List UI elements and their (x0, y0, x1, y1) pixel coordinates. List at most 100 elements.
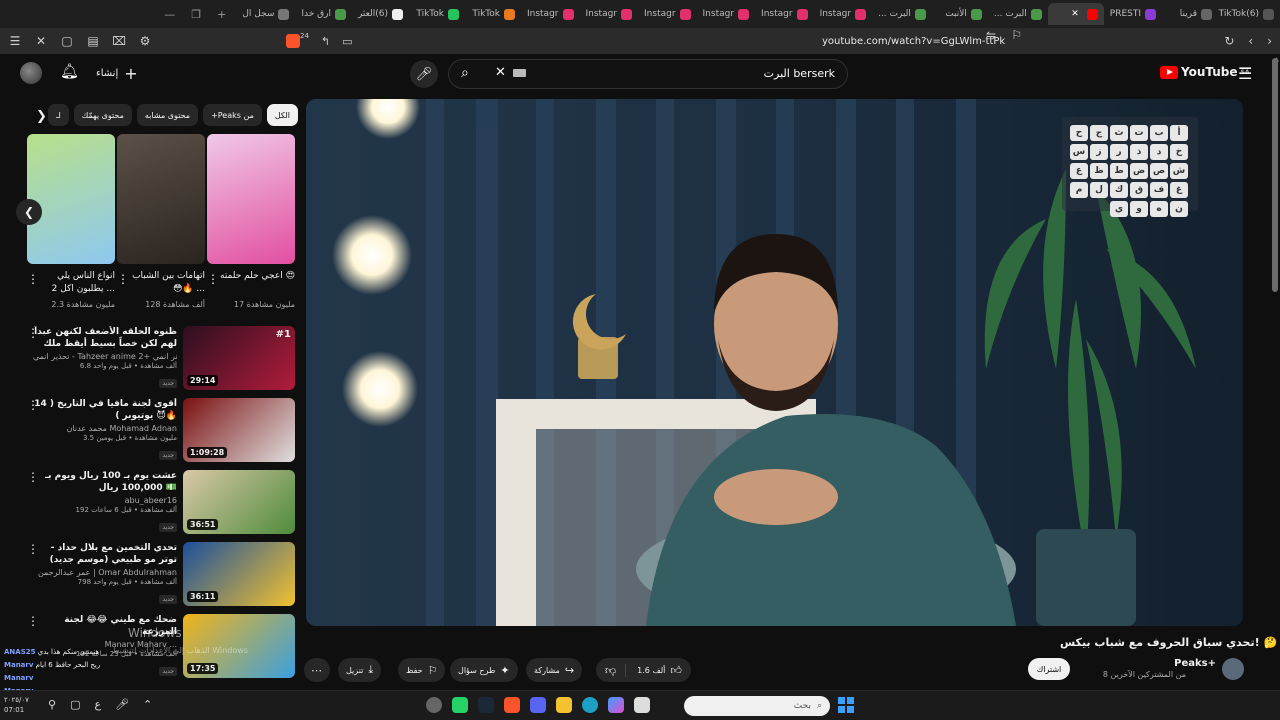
edge-app-icon[interactable] (582, 697, 598, 713)
short-thumbnail[interactable] (117, 134, 205, 264)
more-vert-icon[interactable]: ⋮ (27, 272, 39, 286)
browser-tab[interactable]: TikTok (409, 3, 465, 25)
video-title[interactable]: ظنوه الحلقه الأضعف لكنهن عبداً لهم لكن خ… (33, 326, 177, 350)
channel-name[interactable]: abu_abeer16 (33, 496, 177, 505)
more-vert-icon[interactable]: ⋮ (27, 398, 39, 412)
browser-tab[interactable]: Instagr (521, 3, 580, 25)
more-vert-icon[interactable]: ⋮ (27, 470, 39, 484)
short-thumbnail[interactable] (27, 134, 115, 264)
video-title[interactable]: أقوى لجنة مافيا في التاريخ ( 14 يوتيوبر … (33, 398, 177, 422)
video-thumbnail[interactable]: 1:09:28 (183, 398, 295, 462)
extensions-icon[interactable]: ⚙ (138, 34, 152, 48)
video-player[interactable]: أبتثجح خدذرزس شصضطظع غفقكلم نهوي (306, 99, 1243, 626)
chevron-right-icon[interactable]: ❯ (36, 109, 47, 124)
keyboard-icon[interactable] (513, 69, 526, 77)
task-view-icon[interactable] (634, 697, 650, 713)
browser-tab[interactable]: البرت ... (988, 3, 1048, 25)
guide-menu-icon[interactable]: ☰ (1238, 64, 1252, 83)
youtube-logo[interactable]: YouTube SA (1160, 65, 1249, 79)
create-button[interactable]: إنشاء + (96, 64, 138, 83)
short-card[interactable]: اتهامات بين الشباب 😳🔥 ... 128 ألف مشاهدة ⋮ (117, 134, 205, 309)
video-thumbnail[interactable]: 36:51 (183, 470, 295, 534)
voice-search-icon[interactable]: 🎤︎ (410, 60, 438, 88)
minimize-icon[interactable]: — (164, 8, 175, 21)
related-video-item[interactable]: #1 29:14 ظنوه الحلقه الأضعف لكنهن عبداً له… (27, 326, 295, 392)
browser-tab[interactable]: قرينا (1162, 3, 1218, 25)
filter-chip[interactable]: الكل (266, 104, 298, 126)
display-icon[interactable]: ▢ (70, 698, 80, 711)
browser-tab[interactable]: PRESTI (1104, 3, 1162, 25)
address-bar[interactable]: youtube.com/watch?v=GgLWlm-ttPk (822, 36, 1005, 47)
browser-tab[interactable]: البرت ... (872, 3, 932, 25)
mic-tray-icon[interactable]: 🎤︎ (115, 698, 129, 711)
language-indicator[interactable]: ع (94, 698, 101, 711)
back-icon[interactable]: ‹ (1248, 34, 1253, 48)
forward-icon[interactable]: › (1267, 34, 1272, 48)
windows-start-icon[interactable] (838, 697, 854, 713)
like-icon[interactable]: 👍︎ (670, 664, 691, 677)
brave-shields-icon[interactable] (286, 34, 300, 48)
bookmark-icon[interactable]: ⚐ (1011, 28, 1022, 42)
channel-name[interactable]: تحذير انمي - Tahzeer anime وخيانر انمي +… (33, 352, 177, 361)
save-button[interactable]: حفظ ⚐ (398, 658, 446, 682)
discord-app-icon[interactable] (530, 697, 546, 713)
subscribe-button[interactable]: اشتراك (1028, 658, 1070, 680)
clock-time[interactable]: 07:01 (4, 706, 24, 714)
reader-icon[interactable]: ▤ (86, 34, 100, 48)
panel-icon[interactable]: ▢ (60, 34, 74, 48)
settings-app-icon[interactable] (426, 697, 442, 713)
clear-search-icon[interactable]: ✕ (495, 65, 506, 80)
download-button[interactable]: تنزيل ⤓ (338, 658, 382, 682)
sidebar-toggle-icon[interactable]: ☰ (8, 34, 22, 48)
browser-tab[interactable]: (6)العثر (352, 3, 409, 25)
filter-chip[interactable]: لـ (48, 104, 69, 126)
more-vert-icon[interactable]: ⋮ (27, 326, 39, 340)
x-icon[interactable]: ✕ (34, 34, 48, 48)
tray-chevron-icon[interactable]: ⌃ (143, 698, 152, 711)
browser-tab[interactable]: Instagr (814, 3, 873, 25)
more-vert-icon[interactable]: ⋮ (27, 542, 39, 556)
chevron-left-icon[interactable]: ❮ (16, 199, 42, 225)
more-vert-icon[interactable]: ⋮ (27, 614, 39, 628)
screenshot-icon[interactable]: ⌧ (112, 34, 126, 48)
site-settings-icon[interactable]: ⇋ (986, 28, 996, 42)
share-button[interactable]: مشاركة ↪ (526, 658, 583, 682)
video-title[interactable]: تحدي التخمين مع بلال حداد - توتر مو طبيع… (33, 542, 177, 566)
channel-name[interactable]: محمد عدنان Mohamad Adnan (33, 424, 177, 433)
maximize-icon[interactable]: ❐ (191, 8, 201, 21)
file-explorer-icon[interactable] (556, 697, 572, 713)
channel-name[interactable]: Peaks+ (1174, 658, 1216, 669)
steam-app-icon[interactable] (478, 697, 494, 713)
filter-chip[interactable]: محتوى يهمّك (73, 104, 132, 126)
share-icon[interactable]: ↰ (321, 35, 330, 48)
browser-tab[interactable]: Instagr (697, 3, 756, 25)
more-actions-button[interactable]: ⋯ (304, 658, 330, 682)
browser-tab[interactable]: ✕ (1047, 3, 1104, 25)
ask-button[interactable]: طرح سؤال ✦ (450, 658, 518, 682)
whatsapp-app-icon[interactable] (452, 697, 468, 713)
new-tab-icon[interactable]: + (217, 8, 226, 21)
wifi-icon[interactable]: ⚲ (48, 698, 56, 711)
page-scrollbar[interactable] (1272, 58, 1278, 292)
filter-chip[interactable]: محتوى مشابه (136, 104, 199, 126)
search-icon[interactable]: ⌕ (461, 65, 469, 81)
dislike-icon[interactable]: 👎︎ (596, 663, 627, 677)
filter-chip[interactable]: من Peaks+ (203, 104, 262, 126)
browser-tab[interactable]: الأنبت (932, 3, 988, 25)
reload-icon[interactable]: ↻ (1224, 34, 1234, 48)
more-vert-icon[interactable]: ⋮ (117, 272, 129, 286)
taskbar-search[interactable]: بحث ⌕ (684, 696, 830, 716)
copilot-app-icon[interactable] (608, 697, 624, 713)
related-video-item[interactable]: 36:51 عشت يوم بـ 100 ريال ويوم بـ 100,000… (27, 470, 295, 536)
channel-avatar[interactable] (1222, 658, 1244, 680)
brave-app-icon[interactable] (504, 697, 520, 713)
short-card[interactable]: اعجي حلم حلمته 😍 17 مليون مشاهدة ⋮ (207, 134, 295, 309)
video-thumbnail[interactable]: #1 29:14 (183, 326, 295, 390)
browser-tab[interactable]: سجل ال (236, 3, 295, 25)
notifications-bell-icon[interactable]: 🔔︎ (60, 62, 79, 80)
browser-tab[interactable]: Instagr (755, 3, 814, 25)
short-card[interactable]: انواع الناس يلي يطلبون اكل 2 ... 2.3 مليو… (27, 134, 115, 309)
video-title[interactable]: عشت يوم بـ 100 ريال ويوم بـ 100,000 ريال… (33, 470, 177, 494)
clock-date[interactable]: ٢٠٢٥/٠٧ (4, 696, 29, 704)
browser-tab[interactable]: Instagr (580, 3, 639, 25)
